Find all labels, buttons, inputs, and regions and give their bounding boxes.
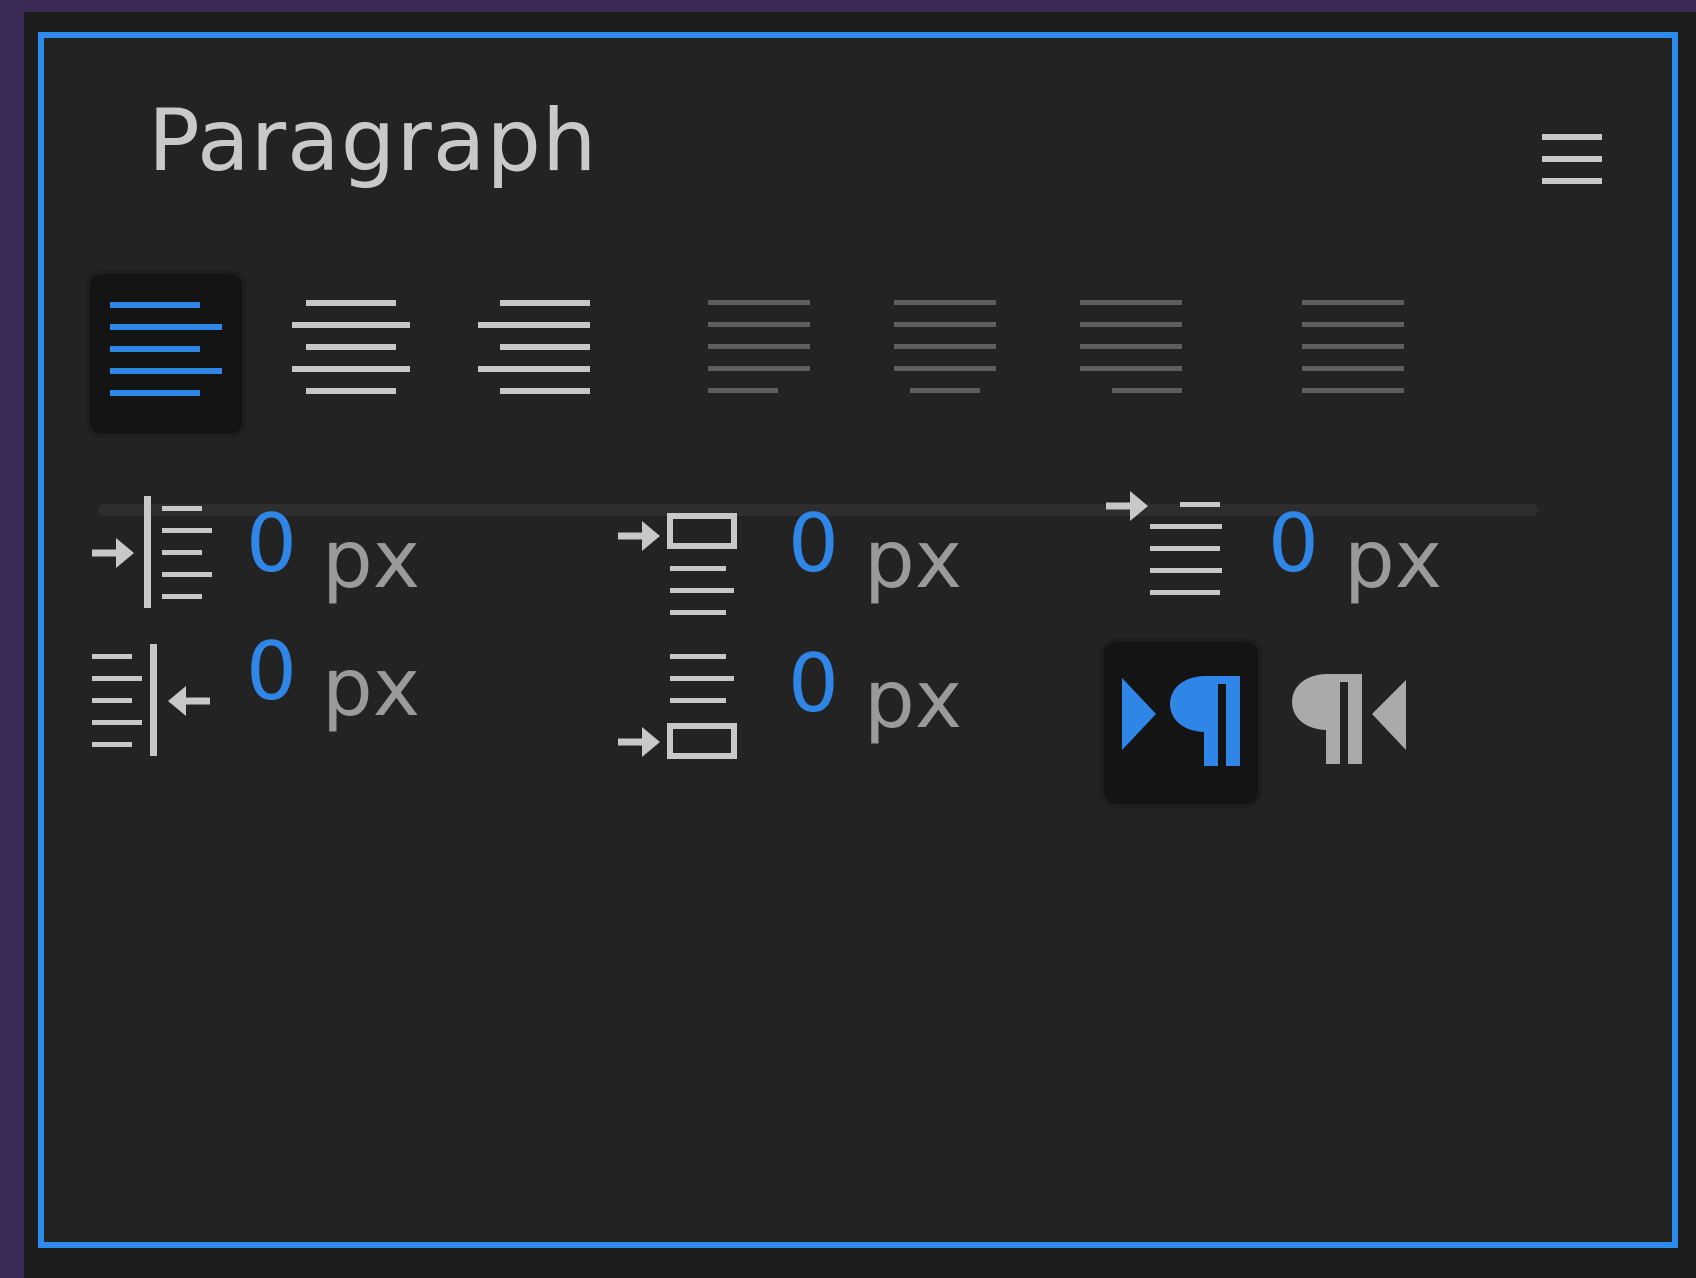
- indent-left-icon: [92, 496, 212, 608]
- first-line-indent-input[interactable]: 0: [1268, 504, 1319, 584]
- space-before-input[interactable]: 0: [788, 504, 839, 584]
- left-to-right-paragraph-icon: [1122, 676, 1240, 766]
- right-to-left-paragraph-icon: [1292, 674, 1406, 764]
- indent-first-line-icon: [1106, 491, 1222, 595]
- left-indent-unit: px: [322, 513, 421, 606]
- panel-menu-button[interactable]: [1534, 118, 1614, 198]
- space-after-paragraph-icon: [618, 654, 737, 759]
- hamburger-menu-icon: [1542, 134, 1602, 184]
- first-line-indent-unit: px: [1344, 513, 1443, 606]
- align-right-icon: [478, 300, 590, 394]
- align-right-button[interactable]: [472, 298, 602, 398]
- panel-title: Paragraph: [148, 91, 598, 191]
- justify-last-center-icon: [894, 300, 996, 393]
- align-center-button[interactable]: [286, 298, 416, 398]
- justify-last-left-icon: [708, 300, 810, 393]
- justify-all-icon: [1302, 300, 1404, 393]
- space-after-input[interactable]: 0: [788, 644, 839, 724]
- left-indent-input[interactable]: 0: [246, 504, 297, 584]
- justify-last-right-button[interactable]: [1076, 298, 1186, 398]
- justify-last-center-button[interactable]: [890, 298, 1000, 398]
- indent-right-icon: [92, 644, 210, 756]
- space-before-unit: px: [864, 513, 963, 606]
- align-left-button[interactable]: [86, 270, 246, 438]
- space-before-paragraph-icon: [618, 513, 737, 615]
- space-after-unit: px: [864, 653, 963, 746]
- justify-last-left-button[interactable]: [704, 298, 814, 398]
- right-indent-unit: px: [322, 641, 421, 734]
- paragraph-panel: Paragraph 0 px 0 px 0 px 0 px 0 px: [38, 32, 1678, 1248]
- align-left-icon: [110, 302, 222, 396]
- rtl-direction-button[interactable]: [1280, 668, 1420, 798]
- justify-last-right-icon: [1080, 300, 1182, 393]
- justify-all-button[interactable]: [1298, 298, 1408, 398]
- ltr-direction-button[interactable]: [1100, 638, 1262, 808]
- align-center-icon: [292, 300, 410, 394]
- right-indent-input[interactable]: 0: [246, 632, 297, 712]
